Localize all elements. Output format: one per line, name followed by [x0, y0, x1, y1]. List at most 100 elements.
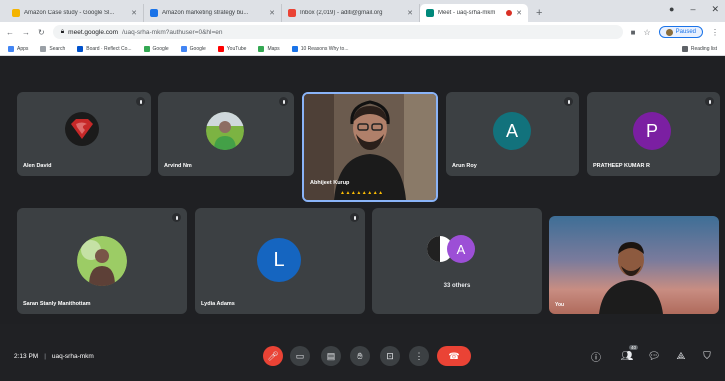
participant-name: Arvind Nm: [164, 163, 192, 169]
mic-muted-icon: [564, 97, 573, 106]
minimize-icon[interactable]: –: [690, 4, 695, 15]
activities-icon: ⟁: [676, 350, 686, 362]
close-icon[interactable]: ✕: [407, 9, 413, 17]
camera-toggle-button[interactable]: ▭: [290, 346, 310, 366]
leave-call-button[interactable]: ☎︎: [437, 346, 471, 366]
present-button[interactable]: ⊡: [380, 346, 400, 366]
people-button[interactable]: 👥︎ 40: [619, 345, 638, 364]
bookmark-apps[interactable]: Apps: [8, 45, 28, 52]
participant-tile[interactable]: A Arun Roy: [446, 92, 579, 176]
menu-icon[interactable]: ⋮: [711, 28, 719, 37]
self-view-tile[interactable]: You: [549, 216, 719, 314]
meeting-time: 2:13 PM: [14, 353, 39, 360]
recording-dot-icon: [506, 10, 513, 16]
chat-button[interactable]: 💬︎: [646, 348, 662, 364]
address-host: meet.google.com: [68, 28, 119, 36]
article-icon: [291, 45, 298, 52]
participant-tile[interactable]: P PRATHEEP KUMAR R: [587, 92, 720, 176]
avatar: [206, 112, 244, 150]
tab-title: Meet - uaq-srha-mkm: [438, 10, 496, 16]
mic-toggle-button[interactable]: 🎤︎: [263, 346, 283, 366]
participant-name: Arun Roy: [452, 163, 477, 169]
divider: |: [44, 353, 46, 360]
mic-off-icon: 🎤︎: [267, 350, 279, 361]
participant-name: Alen David: [23, 163, 52, 169]
meet-control-bar: 2:13 PM | uaq-srha-mkm 🎤︎ ▭ ▤ ✋︎ ⊡ ⋮ ☎︎ …: [0, 324, 725, 381]
tab-search-icon[interactable]: ●: [669, 4, 674, 15]
back-icon[interactable]: ←: [6, 28, 14, 37]
reading-list-icon: [681, 45, 688, 52]
participant-tile[interactable]: Saran Stanly Manithottam: [17, 208, 187, 314]
more-options-button[interactable]: ⋮: [409, 346, 429, 366]
participants-count-badge: 40: [628, 345, 638, 350]
bookmark-board[interactable]: Board · Reflect Co...: [77, 45, 132, 52]
close-icon[interactable]: ✕: [131, 9, 137, 17]
bookmark-google[interactable]: Google: [180, 45, 206, 52]
avatar: [665, 28, 673, 36]
participant-video: [599, 242, 663, 314]
forward-icon[interactable]: →: [22, 28, 30, 37]
bookmark-maps[interactable]: Maps: [258, 45, 280, 52]
profile-button[interactable]: Paused: [658, 26, 703, 38]
address-bar[interactable]: 🔒︎ meet.google.com/uaq-srha-mkm?authuser…: [52, 25, 623, 39]
chat-icon: 💬︎: [647, 350, 661, 362]
participant-tile[interactable]: Arvind Nm: [158, 92, 294, 176]
info-icon: ⓘ: [591, 352, 601, 364]
mic-muted-icon: [279, 97, 288, 106]
camera-permission-icon[interactable]: ■: [631, 28, 636, 37]
browser-tab-active[interactable]: Meet - uaq-srha-mkm ✕: [420, 4, 528, 22]
gmail-icon: [288, 9, 296, 17]
reading-list[interactable]: Reading list: [681, 45, 717, 52]
tab-title: Amazon Case study - Google Sl...: [24, 10, 115, 16]
reload-icon[interactable]: ↻: [38, 28, 45, 37]
browser-tab[interactable]: Amazon marketing strategy bu... ✕: [144, 4, 282, 22]
browser-tab[interactable]: Inbox (2,019) - aditi@gmail.org ✕: [282, 4, 420, 22]
meet-grid: Alen David Arvind Nm Abhijeet Kurup ▲▲▲▲…: [0, 56, 725, 324]
others-avatar-stack: A: [427, 235, 487, 263]
host-controls-button[interactable]: ⛉: [699, 348, 715, 364]
shield-icon: ⛉: [703, 350, 711, 362]
people-icon: 👥︎: [620, 350, 634, 362]
mic-muted-icon: [136, 97, 145, 106]
participant-name: Abhijeet Kurup: [310, 180, 350, 186]
bookmark-article[interactable]: 10 Reasons Why to...: [291, 45, 349, 52]
bookmark-google[interactable]: Google: [143, 45, 169, 52]
activities-button[interactable]: ⟁: [673, 348, 689, 364]
meeting-info: 2:13 PM | uaq-srha-mkm: [14, 353, 94, 360]
close-window-icon[interactable]: ✕: [711, 4, 719, 15]
apps-icon: [8, 45, 14, 52]
address-path: /uaq-srha-mkm?authuser=0&hl=en: [122, 28, 223, 36]
phone-hangup-icon: ☎︎: [448, 350, 460, 361]
window-controls: ● – ✕: [669, 4, 719, 15]
search-icon: [40, 45, 47, 52]
star-icon[interactable]: ☆: [643, 28, 650, 37]
tab-title: Inbox (2,019) - aditi@gmail.org: [300, 10, 383, 16]
bookmark-youtube[interactable]: YouTube: [217, 45, 246, 52]
google-icon: [143, 45, 150, 52]
new-tab-button[interactable]: +: [528, 7, 550, 22]
mic-muted-icon: [350, 213, 359, 222]
close-icon[interactable]: ✕: [269, 9, 275, 17]
close-icon[interactable]: ✕: [516, 9, 522, 17]
participant-name: PRATHEEP KUMAR R: [593, 163, 650, 169]
slides-icon: [12, 9, 20, 17]
participant-tile[interactable]: L Lydia Adams: [195, 208, 365, 314]
participant-tile[interactable]: Alen David: [17, 92, 151, 176]
browser-tab[interactable]: Amazon Case study - Google Sl... ✕: [6, 4, 144, 22]
participant-tile-active-speaker[interactable]: Abhijeet Kurup ▲▲▲▲▲▲▲▲: [302, 92, 438, 202]
captions-icon: ▤: [326, 350, 336, 361]
bookmark-search[interactable]: Search: [40, 45, 65, 52]
browser-toolbar: ← → ↻ 🔒︎ meet.google.com/uaq-srha-mkm?au…: [0, 22, 725, 42]
captions-button[interactable]: ▤: [321, 346, 341, 366]
avatar: A: [447, 235, 475, 263]
meet-icon: [426, 9, 434, 17]
raise-hand-button[interactable]: ✋︎: [350, 346, 370, 366]
tab-title: Amazon marketing strategy bu...: [162, 10, 249, 16]
avatar: [77, 236, 127, 286]
camera-icon: ▭: [295, 350, 305, 361]
lock-icon: 🔒︎: [60, 28, 65, 35]
hand-icon: ✋︎: [357, 350, 363, 361]
participant-tile-others[interactable]: A 33 others: [372, 208, 542, 314]
google-icon: [180, 45, 187, 52]
meeting-details-button[interactable]: ⓘ: [588, 348, 604, 364]
